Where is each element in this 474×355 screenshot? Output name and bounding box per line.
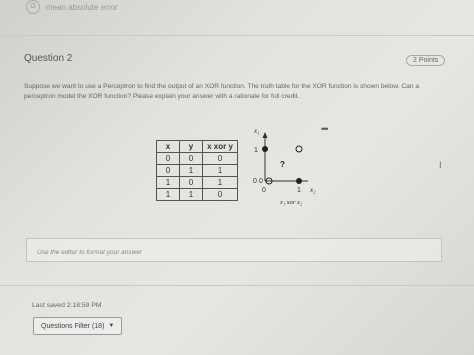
unknown-marker: ?: [280, 160, 285, 169]
table-row: 1 0 1: [156, 176, 238, 189]
table-row: 0 0 0: [156, 152, 238, 165]
footer-divider: [0, 285, 474, 286]
points-badge: 2 Points: [406, 55, 446, 66]
table-row: 1 1 0: [156, 188, 238, 201]
caret-down-icon: ▼: [108, 323, 115, 329]
table-cell: 1: [156, 188, 180, 201]
y-tick-1: 1: [254, 147, 258, 154]
xor-plot: x₁ 1 0 0 0 1 x₂ ? x₁ xor x₂: [253, 127, 316, 206]
table-cell: 1: [202, 164, 238, 177]
answer-editor[interactable]: Use the editor to format your answer: [26, 238, 442, 262]
xor-truth-table: x y x xor y 0 0 0 0 1 1 1 0 1 1 1 0: [156, 140, 238, 201]
origin-label: 0: [259, 178, 263, 185]
plot-caption: x₁ xor x₂: [279, 199, 303, 206]
table-cell: 1: [156, 176, 180, 189]
more-icon[interactable]: •••: [321, 124, 329, 134]
table-cell: 1: [179, 188, 203, 201]
x-tick-0: 0: [262, 187, 266, 194]
table-cell: 0: [202, 188, 238, 201]
table-cell: 1: [179, 164, 203, 177]
table-cell: 0: [156, 164, 180, 177]
option-marker: G: [26, 0, 40, 14]
text-cursor-icon: I: [439, 160, 442, 170]
question-prompt: Suppose we want to use a Perceptron to f…: [24, 83, 420, 100]
point-open-1-1: [295, 145, 303, 153]
questions-filter-button[interactable]: Questions Filter (18) ▼: [33, 317, 123, 335]
table-header-row: x y x xor y: [156, 140, 238, 153]
point-filled-1-0: [296, 178, 302, 184]
question-title: Question 2: [24, 53, 73, 64]
table-row: 0 1 1: [156, 164, 238, 177]
header-xor: x xor y: [202, 140, 238, 153]
x-axis-label: x₂: [309, 186, 316, 194]
table-cell: 1: [202, 176, 238, 189]
previous-answer-option[interactable]: G mean absolute error: [26, 0, 118, 14]
table-cell: 0: [202, 152, 238, 165]
option-text: mean absolute error: [46, 2, 118, 12]
y-axis-arrow: [262, 132, 268, 138]
y-tick-0: 0: [253, 178, 257, 185]
y-axis-label: x₁: [253, 127, 260, 135]
filter-label: Questions Filter (18): [41, 322, 105, 330]
last-saved-status: Last saved 2:18:59 PM: [32, 302, 102, 309]
table-cell: 0: [179, 176, 203, 189]
table-cell: 0: [156, 152, 180, 165]
x-tick-1: 1: [297, 187, 301, 194]
header-x: x: [156, 140, 180, 153]
editor-placeholder: Use the editor to format your answer: [37, 249, 143, 256]
point-filled-0-1: [262, 146, 268, 152]
header-y: y: [179, 140, 203, 153]
section-divider: [0, 35, 474, 36]
table-cell: 0: [179, 152, 203, 165]
